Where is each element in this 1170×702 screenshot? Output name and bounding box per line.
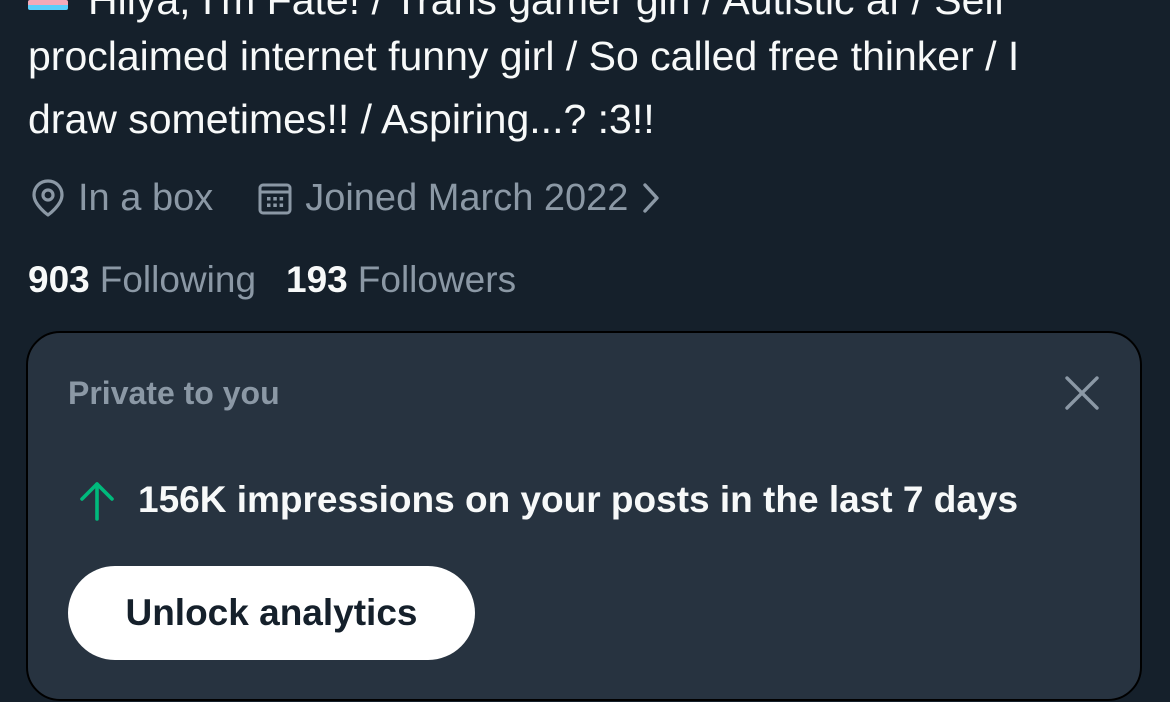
analytics-card: Private to you 156K impressions on your … [26,331,1142,701]
bio-text-line-3: draw sometimes!! / Aspiring...? :3!! [28,96,655,142]
joined-date[interactable]: Joined March 2022 [213,177,662,220]
profile-meta-row: In a box Joined March 2022 [30,174,662,222]
bio-text-line-1: Hiiya, I'm Fate! / Trans gamer girl / Au… [88,0,1005,23]
following-count: 903 [28,259,90,300]
calendar-icon [258,183,292,215]
bio-text-line-2: proclaimed internet funny girl / So call… [28,33,1020,79]
location-pin-icon [32,179,64,217]
unlock-analytics-button[interactable]: Unlock analytics [68,566,475,660]
followers-label: Followers [357,259,517,300]
follow-counts: 903 Following 193 Followers [28,261,516,298]
following-label: Following [99,259,257,300]
following-link[interactable]: 903 Following [28,261,256,298]
location-text: In a box [78,176,214,219]
chevron-right-icon [643,183,660,213]
location: In a box [30,177,213,220]
joined-text: Joined March 2022 [305,176,629,219]
bio-line: Hiiya, I'm Fate! / Trans gamer girl / Au… [28,0,1005,21]
trans-flag-icon [28,0,68,10]
followers-count: 193 [286,259,348,300]
card-title: Private to you [68,375,280,411]
close-icon[interactable] [1064,375,1100,411]
followers-link[interactable]: 193 Followers [286,261,516,298]
impressions-text: 156K impressions on your posts in the la… [138,479,1019,520]
impressions-stat: 156K impressions on your posts in the la… [78,479,1018,521]
arrow-up-icon [80,482,114,521]
